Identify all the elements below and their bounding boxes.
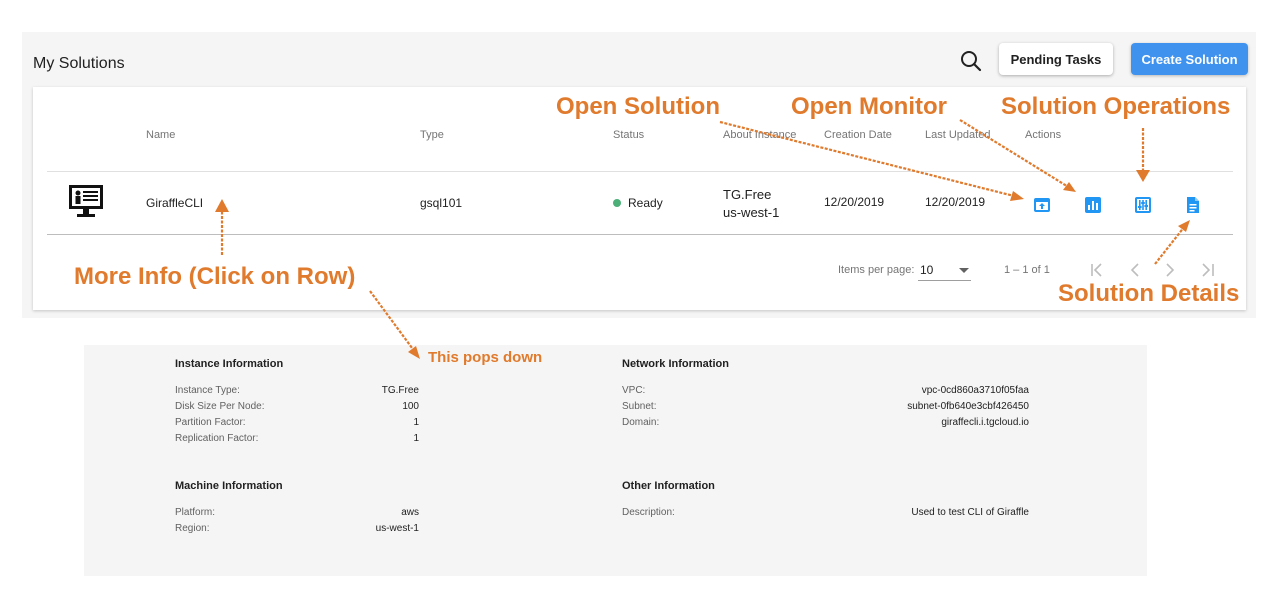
machine-info-title: Machine Information <box>175 480 283 492</box>
annotation-more-info: More Info (Click on Row) <box>74 263 356 290</box>
region-key: Region: <box>175 523 210 534</box>
column-header-type[interactable]: Type <box>420 129 444 141</box>
vpc-value: vpc-0cd860a3710f05faa <box>921 385 1029 396</box>
partition-factor-value: 1 <box>413 417 419 428</box>
status-indicator <box>613 198 621 207</box>
operations-icon[interactable] <box>1133 195 1153 215</box>
description-value: Used to test CLI of Giraffle <box>911 507 1029 518</box>
column-header-last-updated[interactable]: Last Updated <box>925 129 990 141</box>
row-creation-date: 12/20/2019 <box>824 195 885 209</box>
region-value: us-west-1 <box>375 523 419 534</box>
next-page-icon[interactable] <box>1161 261 1179 279</box>
domain-key: Domain: <box>622 417 660 428</box>
description-key: Description: <box>622 507 675 518</box>
annotation-open-monitor: Open Monitor <box>791 93 947 120</box>
monitor-icon[interactable] <box>1083 195 1103 215</box>
row-instance-region: us-west-1 <box>723 205 780 220</box>
instance-type-key: Instance Type: <box>175 385 240 396</box>
chevron-down-icon <box>959 268 969 273</box>
vpc-key: VPC: <box>622 385 646 396</box>
last-page-icon[interactable] <box>1198 261 1216 279</box>
row-instance-type: TG.Free <box>723 187 772 202</box>
items-per-page-value: 10 <box>920 263 934 277</box>
column-header-about-instance[interactable]: About Instance <box>723 129 796 141</box>
items-per-page-label: Items per page: <box>838 264 915 276</box>
screenshot: My Solutions Pending Tasks Create Soluti… <box>0 0 1280 593</box>
platform-key: Platform: <box>175 507 216 518</box>
create-solution-button[interactable]: Create Solution <box>1131 43 1248 75</box>
partition-factor-key: Partition Factor: <box>175 417 246 428</box>
disk-size-key: Disk Size Per Node: <box>175 401 265 412</box>
row-last-updated: 12/20/2019 <box>925 195 986 209</box>
platform-value: aws <box>401 507 419 518</box>
subnet-key: Subnet: <box>622 401 657 412</box>
annotation-solution-operations: Solution Operations <box>1001 93 1231 120</box>
column-header-actions: Actions <box>1025 129 1062 141</box>
row-divider <box>47 234 1233 235</box>
page-title: My Solutions <box>33 55 125 72</box>
row-status: Ready <box>613 196 663 210</box>
domain-value: giraffecli.i.tgcloud.io <box>941 417 1029 428</box>
instance-info-title: Instance Information <box>175 358 284 370</box>
open-solution-icon[interactable] <box>1032 195 1052 215</box>
column-header-name[interactable]: Name <box>146 129 175 141</box>
instance-type-value: TG.Free <box>381 385 419 396</box>
annotation-open-solution: Open Solution <box>556 93 720 120</box>
desktop-icon <box>69 185 103 217</box>
pending-tasks-button[interactable]: Pending Tasks <box>999 43 1113 75</box>
row-name: GiraffleCLI <box>146 196 204 210</box>
row-type: gsql101 <box>420 196 463 210</box>
column-header-status[interactable]: Status <box>613 129 644 141</box>
details-icon[interactable] <box>1183 195 1203 215</box>
search-icon[interactable] <box>959 49 983 73</box>
status-label: Ready <box>628 196 663 210</box>
replication-factor-value: 1 <box>413 433 419 444</box>
solution-info-panel: Instance Information Instance Type: TG.F… <box>84 345 1147 576</box>
column-header-creation-date[interactable]: Creation Date <box>824 129 892 141</box>
prev-page-icon[interactable] <box>1126 261 1144 279</box>
disk-size-value: 100 <box>402 401 419 412</box>
subnet-value: subnet-0fb640e3cbf426450 <box>907 401 1029 412</box>
network-info-title: Network Information <box>622 358 729 370</box>
first-page-icon[interactable] <box>1089 261 1107 279</box>
pagination-range: 1 – 1 of 1 <box>1004 264 1050 276</box>
other-info-title: Other Information <box>622 480 715 492</box>
annotation-solution-details: Solution Details <box>1058 280 1240 307</box>
items-per-page-select[interactable]: 10 <box>918 257 971 281</box>
annotation-pops-down: This pops down <box>428 349 543 366</box>
replication-factor-key: Replication Factor: <box>175 433 259 444</box>
